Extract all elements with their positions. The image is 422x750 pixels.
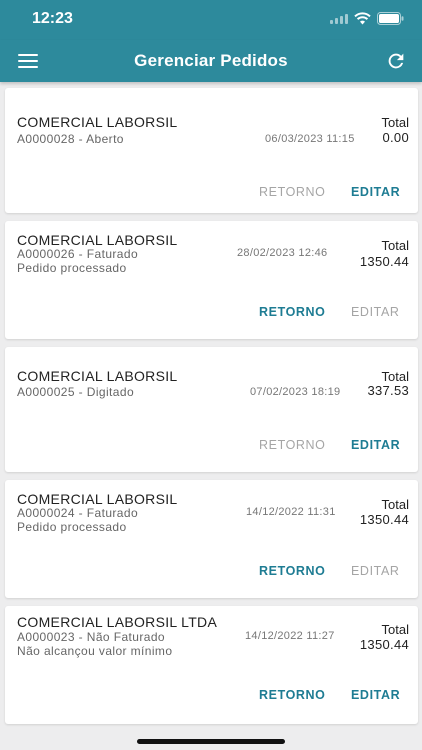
return-button[interactable]: RETORNO: [259, 438, 325, 452]
total-value: 337.53: [367, 383, 409, 398]
status-bar: 12:23: [0, 0, 422, 40]
edit-button[interactable]: EDITAR: [351, 438, 400, 452]
total-label: Total: [381, 238, 409, 253]
return-button[interactable]: RETORNO: [259, 564, 325, 578]
order-date: 28/02/2023 12:46: [237, 247, 328, 259]
total-label: Total: [381, 622, 409, 637]
order-date: 14/12/2022 11:31: [246, 506, 336, 518]
total-label: Total: [381, 497, 409, 512]
client-name: COMERCIAL LABORSIL: [17, 368, 178, 384]
order-note: Pedido processado: [17, 520, 127, 534]
client-name: COMERCIAL LABORSIL: [17, 232, 178, 248]
return-button[interactable]: RETORNO: [259, 688, 325, 702]
client-name: COMERCIAL LABORSIL: [17, 114, 178, 130]
order-card[interactable]: COMERCIAL LABORSIL A0000028 - Aberto 06/…: [5, 88, 418, 213]
order-status: A0000024 - Faturado: [17, 506, 139, 520]
order-date: 14/12/2022 11:27: [245, 630, 335, 642]
total-label: Total: [381, 369, 409, 384]
order-card[interactable]: COMERCIAL LABORSIL A0000025 - Digitado 0…: [5, 347, 418, 472]
battery-icon: [377, 12, 404, 25]
order-status: A0000026 - Faturado: [17, 247, 139, 261]
refresh-icon[interactable]: [385, 50, 407, 72]
page-title: Gerenciar Pedidos: [134, 51, 288, 70]
app-bar: Gerenciar Pedidos: [0, 40, 422, 82]
order-date: 07/02/2023 18:19: [250, 386, 341, 398]
client-name: COMERCIAL LABORSIL: [17, 491, 178, 507]
total-value: 1350.44: [359, 512, 409, 527]
total-label: Total: [381, 115, 409, 130]
order-note: Pedido processado: [17, 261, 127, 275]
home-indicator: [137, 739, 285, 744]
status-icons: [330, 12, 404, 25]
wifi-icon: [354, 12, 371, 25]
order-card[interactable]: COMERCIAL LABORSIL A0000024 - Faturado P…: [5, 480, 418, 598]
order-date: 06/03/2023 11:15: [265, 133, 355, 145]
edit-button[interactable]: EDITAR: [351, 688, 400, 702]
return-button[interactable]: RETORNO: [259, 305, 325, 319]
total-value: 0.00: [382, 130, 409, 145]
cellular-signal-icon: [330, 13, 348, 24]
order-status: A0000028 - Aberto: [17, 132, 124, 146]
client-name: COMERCIAL LABORSIL LTDA: [17, 614, 218, 630]
order-card[interactable]: COMERCIAL LABORSIL A0000026 - Faturado P…: [5, 221, 418, 339]
total-value: 1350.44: [359, 254, 409, 269]
edit-button[interactable]: EDITAR: [351, 564, 400, 578]
status-time: 12:23: [32, 10, 73, 27]
total-value: 1350.44: [359, 637, 409, 652]
return-button[interactable]: RETORNO: [259, 185, 325, 199]
order-status: A0000023 - Não Faturado: [17, 630, 165, 644]
order-status: A0000025 - Digitado: [17, 385, 135, 399]
order-card[interactable]: COMERCIAL LABORSIL LTDA A0000023 - Não F…: [5, 606, 418, 724]
edit-button[interactable]: EDITAR: [351, 305, 400, 319]
order-note: Não alcançou valor mínimo: [17, 644, 173, 658]
edit-button[interactable]: EDITAR: [351, 185, 400, 199]
